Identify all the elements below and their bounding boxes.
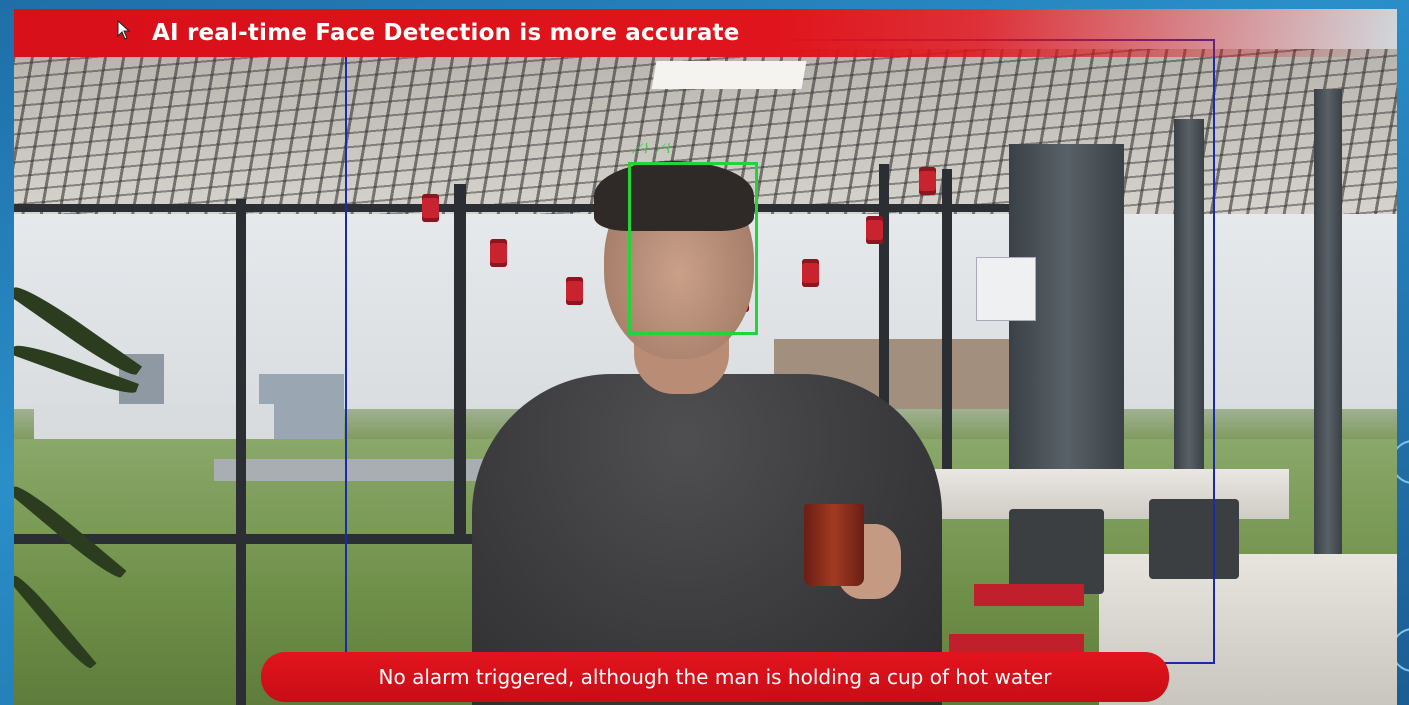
caption-text: No alarm triggered, although the man is … [378, 665, 1052, 689]
video-frame: ⟋⌇ ⟋⌇ AI real-time Face Detection is mor… [14, 9, 1397, 705]
mouse-cursor-icon [117, 20, 131, 40]
title-banner: AI real-time Face Detection is more accu… [14, 9, 1397, 57]
person-detection-box [345, 39, 1215, 664]
face-detection-tag: ⟋⌇ ⟋⌇ [632, 142, 673, 157]
window-pillar-right [1314, 89, 1342, 559]
window-mullion [236, 199, 246, 705]
caption-bar: No alarm triggered, although the man is … [261, 652, 1169, 702]
face-detection-box [628, 162, 758, 335]
banner-title: AI real-time Face Detection is more accu… [152, 20, 740, 46]
